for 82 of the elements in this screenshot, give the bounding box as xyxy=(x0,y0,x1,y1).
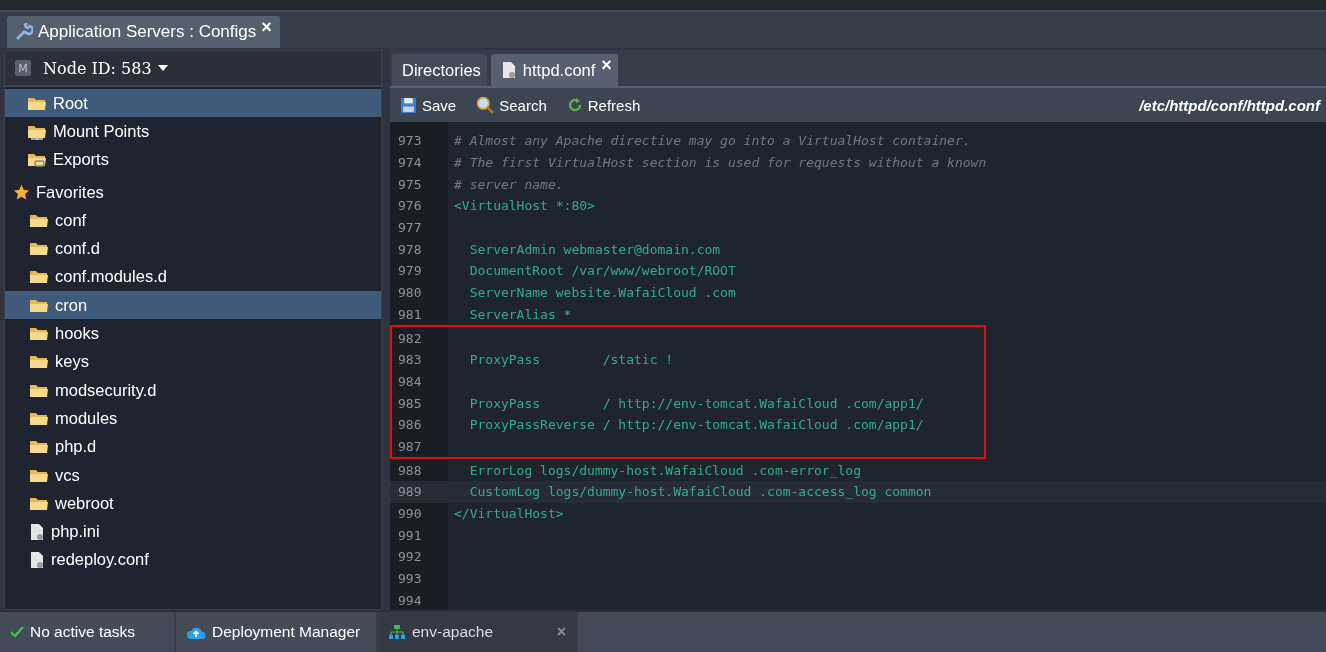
line-number: 979 xyxy=(397,263,423,279)
line-number: 993 xyxy=(397,571,423,587)
tree-item[interactable]: php.ini xyxy=(5,517,381,546)
folder-icon xyxy=(29,353,49,371)
tree-item[interactable]: modules xyxy=(5,404,381,433)
folder-icon xyxy=(29,240,49,258)
tree-item[interactable]: Root xyxy=(5,89,381,118)
tree-item[interactable]: conf xyxy=(5,206,381,235)
tree-item[interactable]: hooks xyxy=(5,319,381,348)
refresh-icon xyxy=(566,97,583,113)
search-icon xyxy=(476,96,495,114)
line-number: 974 xyxy=(397,155,423,171)
line-number: 980 xyxy=(397,285,423,301)
check-icon xyxy=(10,626,24,638)
tree-item[interactable]: webroot xyxy=(5,489,381,518)
code-line: 981 ServerAlias * xyxy=(390,303,1326,326)
window-tab[interactable]: Application Servers : Configs × xyxy=(7,16,280,48)
line-number: 973 xyxy=(397,133,423,149)
refresh-button[interactable]: Refresh xyxy=(566,96,641,114)
close-button[interactable]: × xyxy=(601,56,612,74)
file-icon xyxy=(500,61,517,79)
tree-item[interactable]: Exports xyxy=(5,145,381,174)
code-line: 979 DocumentRoot /var/www/webroot/ROOT xyxy=(390,260,1326,282)
folder-icon xyxy=(29,438,49,456)
node-badge: M xyxy=(15,60,31,76)
close-button[interactable]: × xyxy=(556,624,566,640)
file-path: /etc/httpd/conf/httpd.conf xyxy=(1139,96,1320,114)
wrench-icon xyxy=(15,23,33,41)
search-button[interactable]: Search xyxy=(476,96,547,114)
network-nodes-icon xyxy=(388,625,406,639)
line-number: 988 xyxy=(397,462,423,478)
line-number: 982 xyxy=(397,330,423,346)
line-number: 984 xyxy=(397,373,423,389)
line-number: 981 xyxy=(397,306,423,322)
code-line: 975 # server name. xyxy=(390,173,1326,196)
code-line: 988 ErrorLog logs/dummy-host.WafaiCloud .com-error_log xyxy=(390,459,1326,481)
code-editor[interactable] xyxy=(390,122,1326,610)
file-icon xyxy=(29,522,45,541)
line-number: 994 xyxy=(397,592,423,608)
linked-folder-icon xyxy=(27,151,47,169)
line-number: 983 xyxy=(397,352,423,368)
code-line: 983 ProxyPass /static ! xyxy=(390,348,984,371)
tree-item[interactable]: cron xyxy=(5,291,381,320)
code-line: 985 ProxyPass / http://env-tomcat.WafaiCloud .com/app1/ xyxy=(390,392,984,414)
line-number: 985 xyxy=(397,395,423,411)
code-line: 990 </VirtualHost> xyxy=(390,502,1326,525)
code-line: 978 ServerAdmin webmaster@domain.com xyxy=(390,238,1326,261)
tree-item[interactable]: keys xyxy=(5,347,381,376)
line-number: 977 xyxy=(397,220,423,236)
line-number: 976 xyxy=(397,198,423,214)
folder-icon xyxy=(29,325,49,342)
code-line: 976 <VirtualHost *:80> xyxy=(390,195,1326,217)
editor-tab[interactable]: httpd.conf × xyxy=(490,54,618,86)
editor-tab[interactable]: Directories xyxy=(392,54,487,86)
line-number: 986 xyxy=(397,417,423,433)
close-button[interactable]: × xyxy=(261,18,272,36)
caret-icon xyxy=(157,65,168,71)
tree-item[interactable]: Mount Points xyxy=(5,117,381,146)
tree-item[interactable]: vcs xyxy=(5,460,381,490)
folder-icon xyxy=(29,268,49,286)
star-icon xyxy=(13,183,30,201)
tree-item[interactable]: conf.modules.d xyxy=(5,262,381,292)
code-line: 986 ProxyPassReverse / http://env-tomcat.WafaiCloud .com/app1/ xyxy=(390,413,984,436)
taskbar-item[interactable]: env-apache × xyxy=(378,612,578,652)
favorites-header[interactable]: Favorites xyxy=(5,177,381,207)
line-number: 990 xyxy=(397,506,423,522)
node-dropdown[interactable]: Node ID: 583 xyxy=(43,58,168,78)
code-line: 980 ServerName website.WafaiCloud .com xyxy=(390,281,1326,304)
code-line: 974 # The first VirtualHost section is used for requests without a known xyxy=(390,151,1326,174)
file-icon xyxy=(29,550,45,569)
tree-item[interactable]: redeploy.conf xyxy=(5,545,381,575)
line-number: 987 xyxy=(397,438,423,454)
tree-item[interactable]: conf.d xyxy=(5,234,381,263)
code-line: 973 # Almost any Apache directive may go into a VirtualHost container. xyxy=(390,130,1326,152)
tree-item[interactable]: php.d xyxy=(5,432,381,461)
line-number: 992 xyxy=(397,549,423,565)
line-number: 989 xyxy=(397,484,423,500)
line-number: 991 xyxy=(397,527,423,543)
tree-item[interactable]: modsecurity.d xyxy=(5,375,381,405)
save-button[interactable]: Save xyxy=(400,96,457,114)
line-number: 975 xyxy=(397,176,423,192)
line-number: 978 xyxy=(397,241,423,257)
